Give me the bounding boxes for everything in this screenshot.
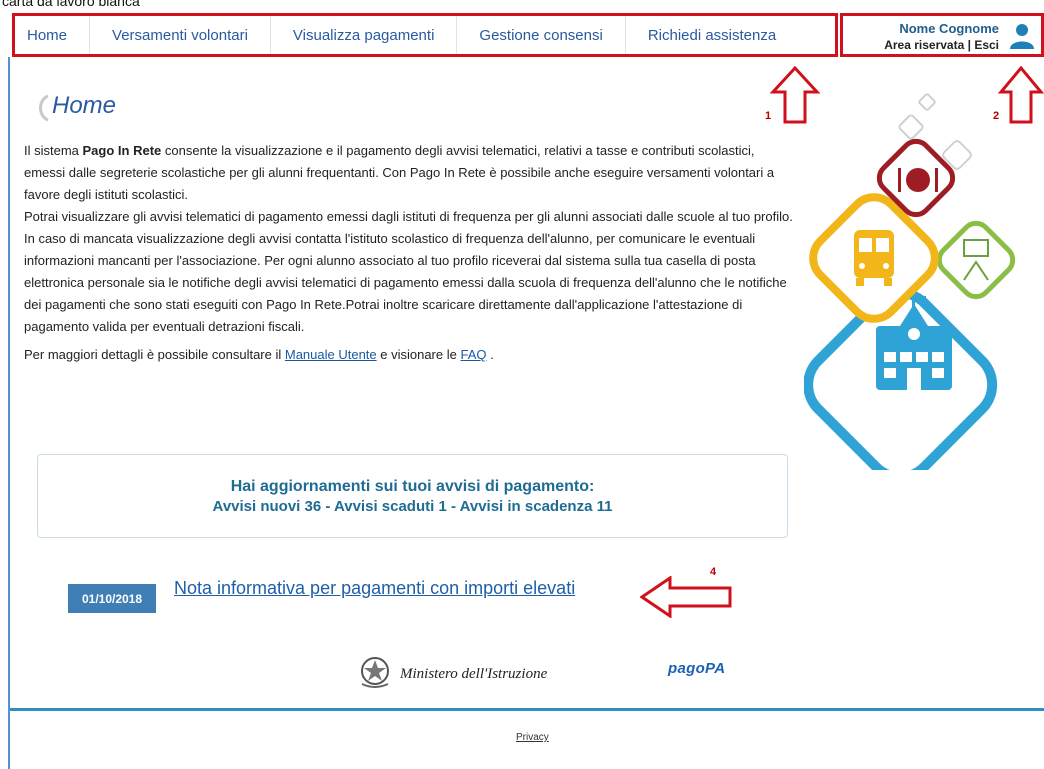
payment-updates-box[interactable]: Hai aggiornamenti sui tuoi avvisi di pag… (37, 454, 788, 538)
main-nav: Home Versamenti volontari Visualizza pag… (12, 13, 838, 57)
user-links-separator: | (964, 38, 975, 52)
annotation-number-1: 1 (765, 110, 772, 122)
nav-item-richiedi-assistenza[interactable]: Richiedi assistenza (626, 16, 798, 54)
italian-emblem-icon (361, 657, 389, 688)
intro-paragraph-2: Potrai visualizzare gli avvisi telematic… (24, 209, 793, 334)
page-title-text: Home (52, 92, 117, 119)
intro-p1-brand: Pago In Rete (82, 143, 162, 158)
cropped-top-text-label: carta da lavoro bianca (2, 0, 140, 9)
nav-item-visualizza-pagamenti[interactable]: Visualizza pagamenti (271, 16, 458, 54)
left-border (8, 57, 10, 769)
footer-divider (10, 708, 1044, 711)
user-links: Area riservata | Esci (884, 38, 999, 52)
updates-heading: Hai aggiornamenti sui tuoi avvisi di pag… (230, 478, 595, 495)
cropped-top-text: carta da lavoro bianca (0, 0, 1044, 10)
more-info-after: . (486, 347, 494, 362)
ministry-logo-text: Ministero dell'Istruzione (400, 666, 548, 682)
arrow-left-icon (640, 576, 732, 618)
intro-content: Il sistema Pago In Rete consente la visu… (24, 140, 794, 366)
privacy-link[interactable]: Privacy (516, 732, 549, 743)
pagopa-logo: pagoPA (668, 660, 726, 677)
nav-item-home[interactable]: Home (15, 16, 91, 54)
page-title: Home (36, 86, 156, 126)
school-illustration (804, 93, 1016, 470)
user-name: Nome Cognome (899, 21, 999, 36)
updates-summary: Avvisi nuovi 36 - Avvisi scaduti 1 - Avv… (212, 498, 613, 515)
annotation-number-4: 4 (710, 566, 717, 578)
ministry-logo: Ministero dell'Istruzione (358, 654, 568, 692)
intro-paragraph-1: Il sistema Pago In Rete consente la visu… (24, 140, 794, 206)
reserved-area-link[interactable]: Area riservata (884, 38, 964, 52)
nav-item-gestione-consensi[interactable]: Gestione consensi (457, 16, 626, 54)
user-icon[interactable] (1009, 22, 1035, 50)
user-area: Nome Cognome Area riservata | Esci (840, 13, 1044, 57)
manual-link[interactable]: Manuale Utente (285, 347, 377, 362)
news-link[interactable]: Nota informativa per pagamenti con impor… (174, 578, 575, 599)
more-info-line: Per maggiori dettagli è possibile consul… (24, 344, 794, 366)
logout-link[interactable]: Esci (974, 38, 999, 52)
news-date-badge: 01/10/2018 (68, 584, 156, 613)
more-info-before: Per maggiori dettagli è possibile consul… (24, 347, 285, 362)
faq-link[interactable]: FAQ (460, 347, 486, 362)
more-info-middle: e visionare le (376, 347, 461, 362)
intro-p1-before: Il sistema (24, 143, 83, 158)
nav-item-versamenti-volontari[interactable]: Versamenti volontari (90, 16, 271, 54)
